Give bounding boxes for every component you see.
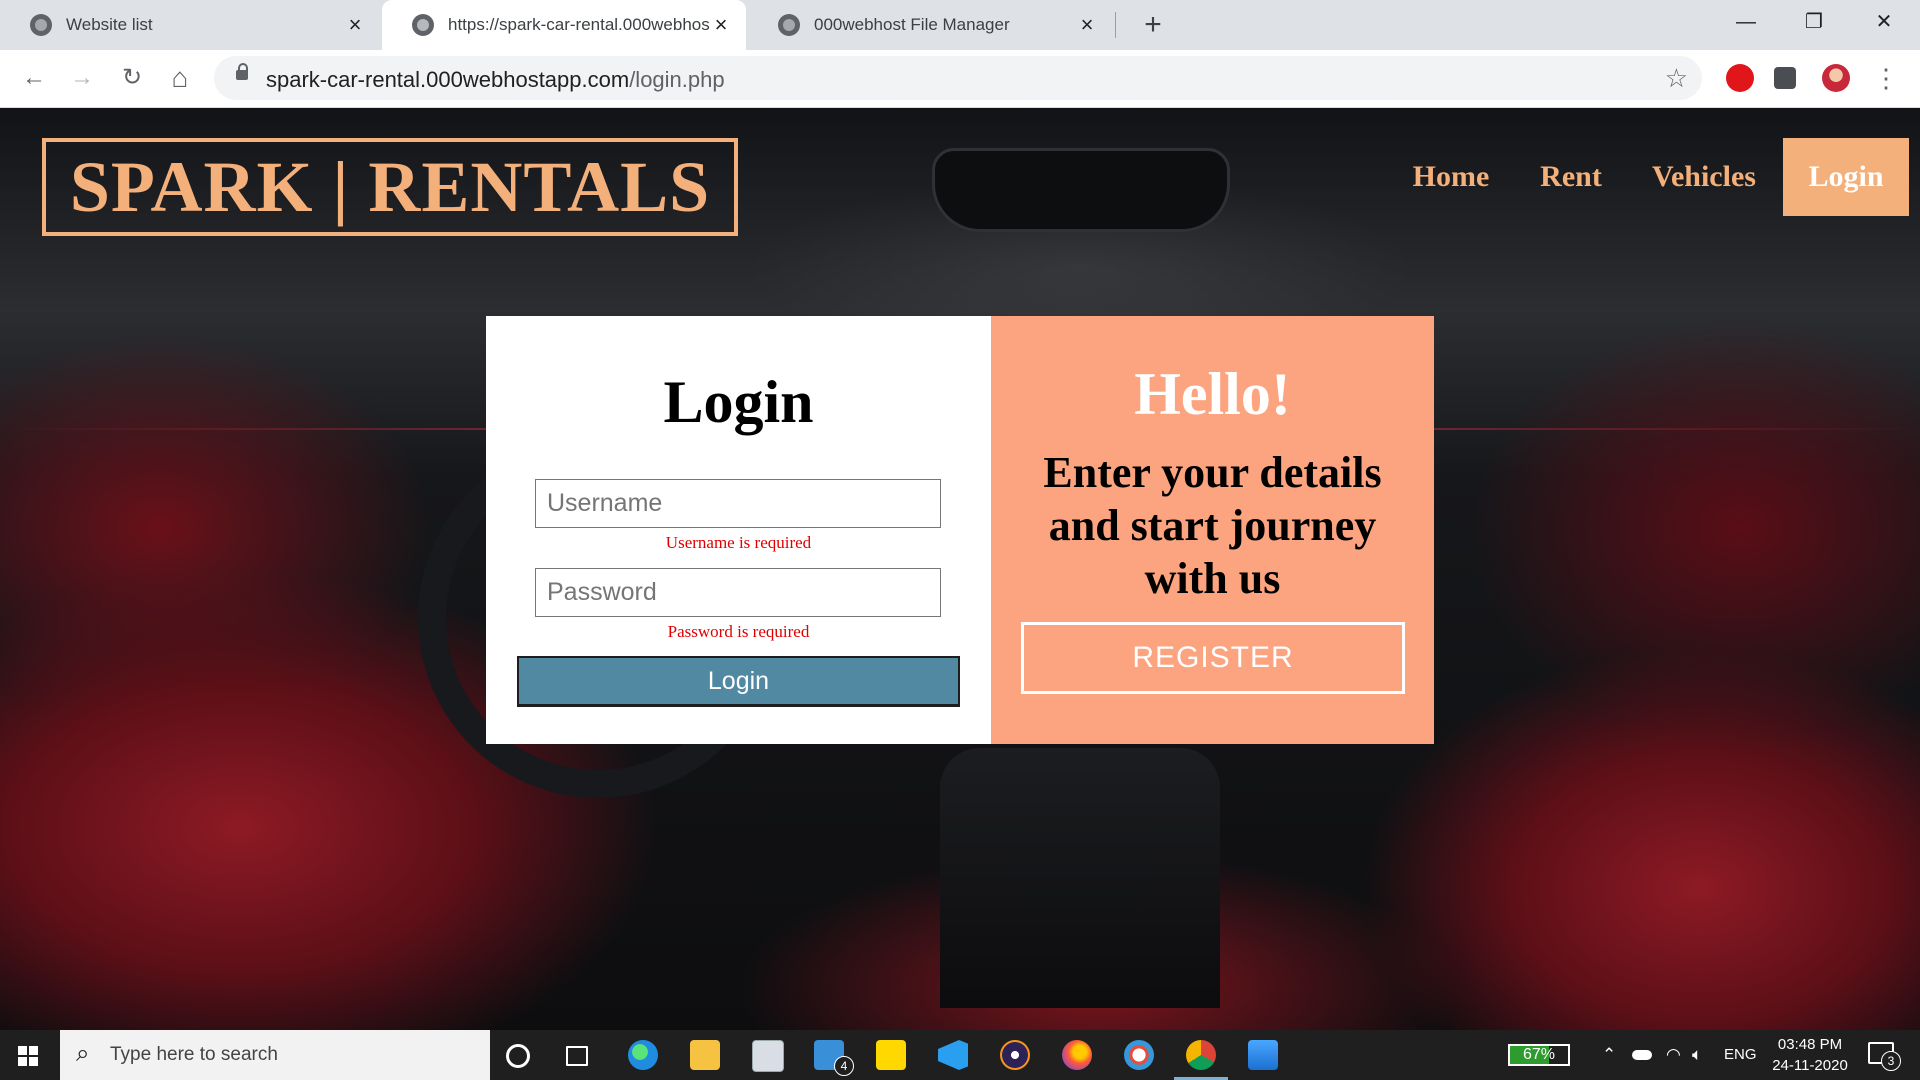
language-indicator[interactable]: ENG [1724,1044,1757,1066]
reload-button[interactable]: ↻ [114,60,150,96]
tab-title: 000webhost File Manager [814,15,1010,34]
nav-rent[interactable]: Rent [1526,138,1616,216]
wifi-icon[interactable]: ◠ [1666,1044,1681,1066]
nav-vehicles[interactable]: Vehicles [1638,138,1770,216]
notification-center-icon[interactable]: 3 [1868,1042,1901,1071]
tab-divider [1115,12,1116,38]
rearview-mirror-image [932,148,1230,232]
close-tab-icon[interactable]: × [344,14,366,36]
profile-avatar-icon[interactable] [1822,64,1850,92]
puzzle-extensions-icon[interactable] [1774,67,1796,89]
auth-card: Login Username Username is required Pass… [486,316,1434,744]
new-tab-button[interactable]: + [1136,8,1170,42]
browser-tab-strip: Website list × https://spark-car-rental.… [0,0,1920,50]
clock-date: 24-11-2020 [1772,1057,1848,1074]
back-button[interactable]: ← [16,60,52,96]
browser-menu-icon[interactable]: ⋮ [1868,60,1904,96]
site-logo[interactable]: SPARK | RENTALS [42,138,738,236]
home-button[interactable]: ⌂ [162,60,198,96]
bookmark-star-icon[interactable]: ☆ [1665,64,1688,92]
close-tab-icon[interactable]: × [710,14,732,36]
photos-icon[interactable] [1248,1040,1278,1070]
close-tab-icon[interactable]: × [1076,14,1098,36]
tab-file-manager[interactable]: 000webhost File Manager × [748,0,1112,50]
onedrive-cloud-icon[interactable] [1632,1050,1652,1060]
login-form: Login Username Username is required Pass… [486,316,991,744]
tab-title: https://spark-car-rental.000webhostapp.c… [448,15,710,34]
task-view-icon[interactable] [566,1046,588,1066]
edge-icon[interactable] [628,1040,658,1070]
close-window-button[interactable]: ✕ [1850,0,1918,44]
login-button[interactable]: Login [517,656,960,707]
lock-icon [236,63,248,80]
eclipse-icon[interactable] [1000,1040,1030,1070]
volume-icon[interactable]: 🔈︎ [1692,1044,1702,1066]
snipping-tool-icon[interactable] [752,1040,784,1072]
taskbar-search-box[interactable]: ⌕ Type here to search [60,1030,490,1080]
password-error: Password is required [667,622,810,641]
opera-ad-block-icon[interactable] [1726,64,1754,92]
paint-icon[interactable] [1124,1040,1154,1070]
windows-start-icon[interactable] [18,1046,38,1066]
windows-taskbar: ⌕ Type here to search 4 67% ⌃ ◠ 🔈︎ ENG 0… [0,1030,1920,1080]
chevron-up-icon[interactable]: ⌃ [1602,1044,1616,1066]
clock-time: 03:48 PM [1777,1036,1843,1053]
url-path: /login.php [629,67,725,92]
address-bar[interactable]: spark-car-rental.000webhostapp.com/login… [214,56,1702,100]
tab-website-list[interactable]: Website list × [0,0,380,50]
firefox-icon[interactable] [1062,1040,1092,1070]
url-host: spark-car-rental.000webhostapp.com [266,67,630,92]
forward-button[interactable]: → [64,60,100,96]
maximize-button[interactable]: ❐ [1780,0,1848,44]
chrome-icon[interactable] [1186,1040,1216,1070]
nav-home[interactable]: Home [1398,138,1504,216]
globe-icon [778,14,800,36]
sticky-notes-icon[interactable] [876,1040,906,1070]
greeting-heading: Hello! [1134,361,1291,427]
tab-title: Website list [66,15,153,34]
browser-toolbar: ← → ↻ ⌂ spark-car-rental.000webhostapp.c… [0,50,1920,108]
notification-count: 3 [1881,1051,1901,1071]
username-input[interactable]: Username [535,479,941,528]
nav-login[interactable]: Login [1783,138,1909,216]
register-panel: Hello! Enter your details and start jour… [991,316,1434,744]
username-error: Username is required [665,533,812,552]
password-input[interactable]: Password [535,568,941,617]
system-clock[interactable]: 03:48 PM 24-11-2020 [1762,1034,1858,1076]
mail-badge: 4 [834,1056,854,1076]
url-text[interactable]: spark-car-rental.000webhostapp.com/login… [266,67,725,93]
file-explorer-icon[interactable] [690,1040,720,1070]
globe-icon [412,14,434,36]
minimize-button[interactable]: — [1712,0,1780,44]
center-console-image [940,748,1220,1008]
search-icon: ⌕ [76,1040,90,1067]
globe-icon [30,14,52,36]
login-heading: Login [663,369,814,435]
page-background: SPARK | RENTALS Home Rent Vehicles Login… [0,108,1920,1030]
register-message: Enter your details and start journey wit… [1043,448,1382,603]
tab-login-page[interactable]: https://spark-car-rental.000webhostapp.c… [382,0,746,50]
register-button[interactable]: REGISTER [1021,622,1405,694]
logo-text: SPARK | RENTALS [69,147,711,227]
search-placeholder: Type here to search [110,1044,278,1065]
battery-indicator[interactable]: 67% [1508,1044,1570,1066]
vscode-icon[interactable] [938,1040,968,1070]
cortana-icon[interactable] [506,1044,530,1068]
